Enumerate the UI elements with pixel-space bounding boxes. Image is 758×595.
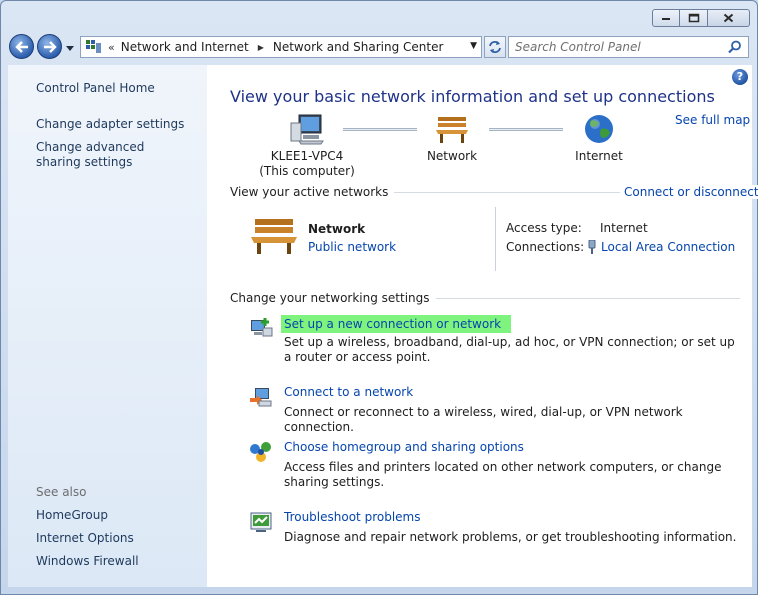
recent-pages-dropdown[interactable] xyxy=(65,42,75,56)
close-icon xyxy=(723,13,734,23)
search-input[interactable] xyxy=(515,38,725,56)
active-networks-heading: View your active networks xyxy=(230,185,395,199)
map-connector-line xyxy=(489,128,563,131)
troubleshoot-link[interactable]: Troubleshoot problems xyxy=(284,510,420,524)
address-bar[interactable]: « Network and Internet ▶ Network and Sha… xyxy=(80,36,482,58)
change-advanced-sharing-link[interactable]: Change advanced sharing settings xyxy=(36,140,186,170)
refresh-icon xyxy=(489,41,501,53)
control-panel-window: « Network and Internet ▶ Network and Sha… xyxy=(0,0,758,595)
navigation-bar: « Network and Internet ▶ Network and Sha… xyxy=(8,34,750,60)
new-connection-icon xyxy=(251,318,273,337)
minimize-icon xyxy=(662,18,670,20)
active-network-divider xyxy=(495,207,496,271)
connect-to-network-desc: Connect or reconnect to a wireless, wire… xyxy=(284,405,683,434)
homegroup-sharing-link[interactable]: Choose homegroup and sharing options xyxy=(284,440,524,454)
computer-icon xyxy=(290,114,324,145)
setup-new-connection-desc: Set up a wireless, broadband, dial-up, a… xyxy=(284,335,735,364)
left-task-pane: Control Panel Home Change adapter settin… xyxy=(8,65,207,587)
page-title: View your basic network information and … xyxy=(230,87,715,106)
troubleshoot-icon xyxy=(250,512,272,532)
map-network-node[interactable]: Network xyxy=(417,113,487,164)
see-full-map-link[interactable]: See full map xyxy=(675,113,750,127)
change-adapter-settings-link[interactable]: Change adapter settings xyxy=(36,117,201,132)
connect-to-network-link[interactable]: Connect to a network xyxy=(284,385,413,399)
access-type-value: Internet xyxy=(600,221,648,235)
access-type-label: Access type: xyxy=(506,221,582,235)
refresh-button[interactable] xyxy=(484,36,506,58)
networking-settings-heading: Change your networking settings xyxy=(230,291,436,305)
active-network-bench-icon xyxy=(251,219,297,254)
map-computer-node: KLEE1-VPC4 (This computer) xyxy=(257,113,357,179)
maximize-button[interactable] xyxy=(680,9,708,27)
connections-label: Connections: xyxy=(506,240,585,254)
connect-network-icon xyxy=(250,388,272,407)
close-button[interactable] xyxy=(708,9,750,27)
computer-sub: (This computer) xyxy=(259,164,355,178)
homegroup-link[interactable]: HomeGroup xyxy=(36,508,201,523)
main-content: ? View your basic network information an… xyxy=(207,65,758,587)
bench-icon xyxy=(436,117,468,143)
network-label: Network xyxy=(426,149,478,163)
breadcrumb-overflow[interactable]: « xyxy=(108,41,115,54)
back-button[interactable] xyxy=(9,34,34,59)
maximize-icon xyxy=(688,13,699,23)
ethernet-icon xyxy=(588,240,596,254)
arrow-right-icon xyxy=(43,40,57,53)
control-panel-icon xyxy=(86,40,102,54)
public-network-link[interactable]: Public network xyxy=(308,240,396,254)
breadcrumb-network-and-internet[interactable]: Network and Internet xyxy=(121,40,249,54)
internet-options-link[interactable]: Internet Options xyxy=(36,531,201,546)
see-also-label: See also xyxy=(36,485,87,499)
homegroup-sharing-desc: Access files and printers located on oth… xyxy=(284,460,722,489)
internet-label: Internet xyxy=(575,149,623,163)
search-icon[interactable] xyxy=(728,40,742,57)
active-network-name: Network xyxy=(308,222,366,236)
troubleshoot-desc: Diagnose and repair network problems, or… xyxy=(284,530,737,544)
windows-firewall-link[interactable]: Windows Firewall xyxy=(36,554,201,569)
search-box xyxy=(508,36,749,58)
map-internet-node[interactable]: Internet xyxy=(564,113,634,164)
help-icon[interactable]: ? xyxy=(732,69,748,85)
arrow-left-icon xyxy=(14,40,28,53)
chevron-down-icon xyxy=(66,46,74,51)
minimize-button[interactable] xyxy=(652,9,680,27)
connect-or-disconnect-link[interactable]: Connect or disconnect xyxy=(620,185,758,199)
breadcrumb-network-and-sharing-center[interactable]: Network and Sharing Center xyxy=(273,40,444,54)
setup-new-connection-link[interactable]: Set up a new connection or network xyxy=(281,315,512,333)
map-connector-line xyxy=(343,128,417,131)
computer-name: KLEE1-VPC4 xyxy=(270,149,344,163)
homegroup-icon xyxy=(250,442,271,462)
globe-icon xyxy=(585,115,613,143)
local-area-connection-link[interactable]: Local Area Connection xyxy=(601,240,735,254)
breadcrumb-separator-icon[interactable]: ▶ xyxy=(258,43,264,52)
control-panel-home-link[interactable]: Control Panel Home xyxy=(36,81,201,96)
address-dropdown-icon[interactable]: ▼ xyxy=(470,41,477,51)
forward-button[interactable] xyxy=(37,34,62,59)
window-controls xyxy=(652,9,750,27)
